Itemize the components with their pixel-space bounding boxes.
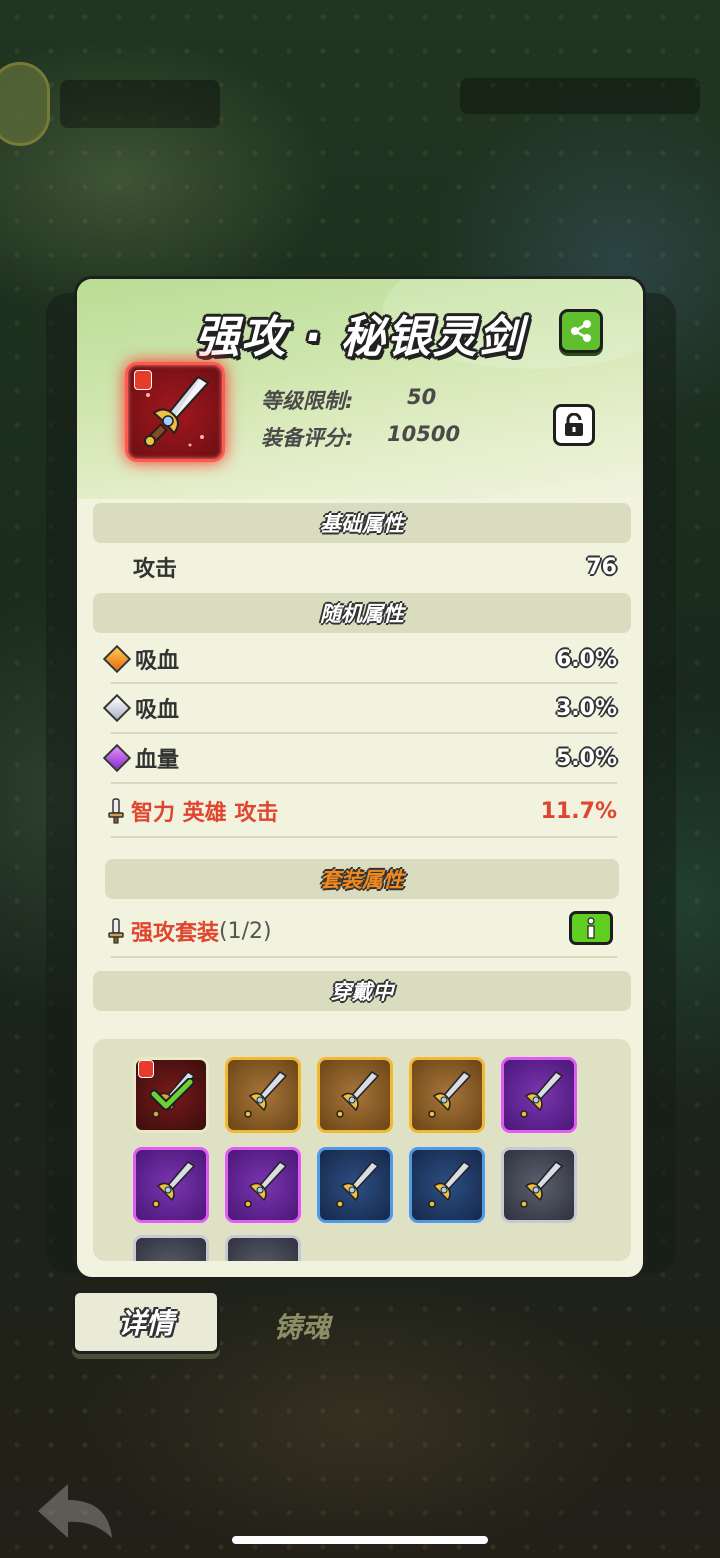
sword-icon: [144, 375, 210, 447]
equipped-item-slot[interactable]: [133, 1147, 209, 1223]
set-badge-icon: [138, 1060, 154, 1078]
equipped-item-slot[interactable]: [225, 1147, 301, 1223]
share-button[interactable]: [559, 309, 603, 353]
back-arrow-icon[interactable]: [28, 1476, 118, 1546]
set-count: (1/2): [219, 918, 272, 944]
equipped-header: 穿戴中: [93, 971, 631, 1011]
silver-gem-icon: [102, 693, 132, 723]
equipped-item-slot[interactable]: [501, 1147, 577, 1223]
stat-value: 5.0%: [555, 745, 617, 771]
lock-button[interactable]: [553, 404, 595, 446]
sword-icon: [520, 1161, 564, 1208]
stat-label: 吸血: [135, 649, 180, 674]
sword-icon: [428, 1071, 472, 1118]
equipped-item-slot-selected[interactable]: [133, 1057, 209, 1133]
sword-small-icon: [108, 918, 124, 944]
share-icon: [571, 320, 591, 342]
random-stat-row: 吸血 3.0%: [101, 684, 619, 732]
checkmark-icon: [150, 1078, 194, 1111]
stat-label: 智力 英雄 攻击: [131, 801, 279, 826]
random-stat-row: 血量 5.0%: [101, 734, 619, 782]
equipped-item-slot[interactable]: [409, 1057, 485, 1133]
level-requirement-label: 等级限制:: [261, 389, 354, 413]
equipped-item-slot[interactable]: [501, 1057, 577, 1133]
stat-value: 6.0%: [555, 646, 617, 672]
set-bonus-row[interactable]: 强攻套装 (1/2): [101, 907, 619, 955]
stat-value: 11.7%: [540, 798, 617, 824]
equipped-item-slot[interactable]: [317, 1147, 393, 1223]
divider: [111, 782, 617, 784]
set-info-button[interactable]: [569, 911, 613, 945]
equipped-item-slot[interactable]: [133, 1235, 209, 1261]
info-icon: [587, 917, 595, 939]
divider: [111, 956, 617, 958]
stat-label: 吸血: [135, 698, 180, 723]
equipment-score-value: 10500: [387, 422, 461, 446]
orange-gem-icon: [102, 644, 132, 674]
base-attributes-header: 基础属性: [93, 503, 631, 543]
player-avatar-hud: [0, 62, 50, 146]
equipped-item-slot[interactable]: [225, 1057, 301, 1133]
unlock-icon: [565, 413, 583, 436]
set-name: 强攻套装: [131, 921, 220, 946]
divider: [111, 836, 617, 838]
sword-icon: [336, 1071, 380, 1118]
sword-icon: [336, 1161, 380, 1208]
level-requirement-value: 50: [407, 385, 437, 409]
player-info-hud: [60, 80, 220, 128]
purple-gem-icon: [102, 743, 132, 773]
random-attributes-header: 随机属性: [93, 593, 631, 633]
sword-icon: [152, 1161, 196, 1208]
sword-icon: [428, 1161, 472, 1208]
equipped-item-slot[interactable]: [409, 1147, 485, 1223]
equipped-item-slot[interactable]: [317, 1057, 393, 1133]
stat-label: 攻击: [133, 557, 178, 582]
set-attributes-header: 套装属性: [105, 859, 619, 899]
resource-hud: [460, 78, 700, 114]
stat-value: 3.0%: [555, 695, 617, 721]
home-indicator[interactable]: [232, 1536, 488, 1544]
random-stat-row-special: 智力 英雄 攻击 11.7%: [101, 787, 619, 835]
equipped-items-grid: [93, 1039, 631, 1261]
tab-soul-forging[interactable]: 铸魂: [242, 1296, 362, 1356]
equipment-detail-panel: 强攻 · 秘银灵剑 等级限制: 50 装备评分: 10500 基础属性 攻击 7…: [74, 276, 646, 1280]
sword-icon: [244, 1071, 288, 1118]
base-stat-row: 攻击 76: [101, 543, 619, 591]
stat-value: 76: [586, 554, 617, 580]
stat-label: 血量: [135, 748, 180, 773]
item-icon-frame: [125, 362, 225, 462]
sword-small-icon: [108, 798, 124, 824]
random-stat-row: 吸血 6.0%: [101, 635, 619, 683]
tab-details[interactable]: 详情: [72, 1290, 220, 1354]
sword-icon: [520, 1071, 564, 1118]
sword-icon: [244, 1161, 288, 1208]
equipped-item-slot[interactable]: [225, 1235, 301, 1261]
equipment-score-label: 装备评分:: [261, 426, 354, 450]
